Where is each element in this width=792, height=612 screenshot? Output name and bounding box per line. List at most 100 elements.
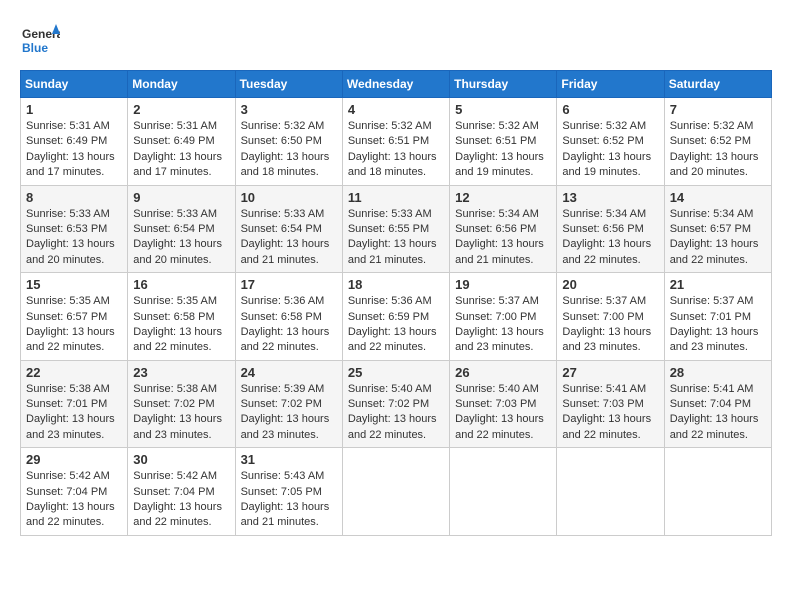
calendar-cell: 30 Sunrise: 5:42 AMSunset: 7:04 PMDayligh… xyxy=(128,448,235,536)
day-number: 24 xyxy=(241,365,337,380)
calendar-cell: 16 Sunrise: 5:35 AMSunset: 6:58 PMDayligh… xyxy=(128,273,235,361)
calendar-cell: 29 Sunrise: 5:42 AMSunset: 7:04 PMDayligh… xyxy=(21,448,128,536)
calendar-cell: 9 Sunrise: 5:33 AMSunset: 6:54 PMDaylight… xyxy=(128,185,235,273)
day-detail: Sunrise: 5:35 AMSunset: 6:57 PMDaylight:… xyxy=(26,294,122,356)
day-detail: Sunrise: 5:42 AMSunset: 7:04 PMDaylight:… xyxy=(133,469,229,531)
calendar-cell: 4 Sunrise: 5:32 AMSunset: 6:51 PMDaylight… xyxy=(342,98,449,186)
day-detail: Sunrise: 5:38 AMSunset: 7:02 PMDaylight:… xyxy=(133,382,229,444)
calendar-cell: 22Sunrise: 5:38 AMSunset: 7:01 PMDayligh… xyxy=(21,360,128,448)
calendar-cell: 27 Sunrise: 5:41 AMSunset: 7:03 PMDayligh… xyxy=(557,360,664,448)
day-detail: Sunrise: 5:36 AMSunset: 6:59 PMDaylight:… xyxy=(348,294,444,356)
calendar-cell: 6 Sunrise: 5:32 AMSunset: 6:52 PMDaylight… xyxy=(557,98,664,186)
calendar-cell: 19 Sunrise: 5:37 AMSunset: 7:00 PMDayligh… xyxy=(450,273,557,361)
day-number: 28 xyxy=(670,365,766,380)
day-detail: Sunrise: 5:40 AMSunset: 7:02 PMDaylight:… xyxy=(348,382,444,444)
day-number: 29 xyxy=(26,452,122,467)
calendar-cell: 18 Sunrise: 5:36 AMSunset: 6:59 PMDayligh… xyxy=(342,273,449,361)
calendar-cell: 7 Sunrise: 5:32 AMSunset: 6:52 PMDaylight… xyxy=(664,98,771,186)
day-detail: Sunrise: 5:32 AMSunset: 6:52 PMDaylight:… xyxy=(670,119,766,181)
week-row-1: 1 Sunrise: 5:31 AMSunset: 6:49 PMDaylight… xyxy=(21,98,772,186)
day-number: 18 xyxy=(348,277,444,292)
day-detail: Sunrise: 5:40 AMSunset: 7:03 PMDaylight:… xyxy=(455,382,551,444)
day-detail: Sunrise: 5:42 AMSunset: 7:04 PMDaylight:… xyxy=(26,469,122,531)
day-detail: Sunrise: 5:31 AMSunset: 6:49 PMDaylight:… xyxy=(133,119,229,181)
calendar-cell: 17 Sunrise: 5:36 AMSunset: 6:58 PMDayligh… xyxy=(235,273,342,361)
day-detail: Sunrise: 5:33 AMSunset: 6:53 PMDaylight:… xyxy=(26,207,122,269)
calendar-cell: 1 Sunrise: 5:31 AMSunset: 6:49 PMDaylight… xyxy=(21,98,128,186)
day-number: 19 xyxy=(455,277,551,292)
calendar-cell xyxy=(450,448,557,536)
day-number: 4 xyxy=(348,102,444,117)
day-number: 6 xyxy=(562,102,658,117)
calendar-cell xyxy=(664,448,771,536)
page-header: General Blue xyxy=(20,20,772,60)
week-row-2: 8 Sunrise: 5:33 AMSunset: 6:53 PMDaylight… xyxy=(21,185,772,273)
day-detail: Sunrise: 5:32 AMSunset: 6:50 PMDaylight:… xyxy=(241,119,337,181)
calendar-cell xyxy=(557,448,664,536)
day-number: 31 xyxy=(241,452,337,467)
calendar-cell: 5Sunrise: 5:32 AMSunset: 6:51 PMDaylight… xyxy=(450,98,557,186)
day-header-friday: Friday xyxy=(557,71,664,98)
day-detail: Sunrise: 5:34 AMSunset: 6:56 PMDaylight:… xyxy=(455,207,551,269)
day-detail: Sunrise: 5:41 AMSunset: 7:04 PMDaylight:… xyxy=(670,382,766,444)
day-number: 14 xyxy=(670,190,766,205)
day-detail: Sunrise: 5:38 AMSunset: 7:01 PMDaylight:… xyxy=(26,382,122,444)
calendar-cell: 12 Sunrise: 5:34 AMSunset: 6:56 PMDayligh… xyxy=(450,185,557,273)
day-detail: Sunrise: 5:41 AMSunset: 7:03 PMDaylight:… xyxy=(562,382,658,444)
day-number: 26 xyxy=(455,365,551,380)
day-detail: Sunrise: 5:32 AMSunset: 6:51 PMDaylight:… xyxy=(348,119,444,181)
day-number: 10 xyxy=(241,190,337,205)
day-detail: Sunrise: 5:37 AMSunset: 7:00 PMDaylight:… xyxy=(455,294,551,356)
calendar-table: SundayMondayTuesdayWednesdayThursdayFrid… xyxy=(20,70,772,536)
day-header-saturday: Saturday xyxy=(664,71,771,98)
day-number: 11 xyxy=(348,190,444,205)
day-number: 21 xyxy=(670,277,766,292)
logo-svg: General Blue xyxy=(20,20,60,60)
day-number: 16 xyxy=(133,277,229,292)
day-number: 25 xyxy=(348,365,444,380)
calendar-cell: 31 Sunrise: 5:43 AMSunset: 7:05 PMDayligh… xyxy=(235,448,342,536)
calendar-cell: 23 Sunrise: 5:38 AMSunset: 7:02 PMDayligh… xyxy=(128,360,235,448)
day-number: 3 xyxy=(241,102,337,117)
calendar-cell: 28 Sunrise: 5:41 AMSunset: 7:04 PMDayligh… xyxy=(664,360,771,448)
day-number: 8 xyxy=(26,190,122,205)
calendar-cell: 21 Sunrise: 5:37 AMSunset: 7:01 PMDayligh… xyxy=(664,273,771,361)
day-detail: Sunrise: 5:34 AMSunset: 6:56 PMDaylight:… xyxy=(562,207,658,269)
day-header-thursday: Thursday xyxy=(450,71,557,98)
calendar-cell: 11 Sunrise: 5:33 AMSunset: 6:55 PMDayligh… xyxy=(342,185,449,273)
day-detail: Sunrise: 5:32 AMSunset: 6:52 PMDaylight:… xyxy=(562,119,658,181)
day-number: 23 xyxy=(133,365,229,380)
day-number: 13 xyxy=(562,190,658,205)
week-row-3: 15Sunrise: 5:35 AMSunset: 6:57 PMDayligh… xyxy=(21,273,772,361)
day-number: 9 xyxy=(133,190,229,205)
day-detail: Sunrise: 5:43 AMSunset: 7:05 PMDaylight:… xyxy=(241,469,337,531)
day-number: 30 xyxy=(133,452,229,467)
day-header-monday: Monday xyxy=(128,71,235,98)
day-number: 17 xyxy=(241,277,337,292)
day-detail: Sunrise: 5:33 AMSunset: 6:54 PMDaylight:… xyxy=(133,207,229,269)
calendar-cell: 13 Sunrise: 5:34 AMSunset: 6:56 PMDayligh… xyxy=(557,185,664,273)
day-number: 12 xyxy=(455,190,551,205)
day-detail: Sunrise: 5:35 AMSunset: 6:58 PMDaylight:… xyxy=(133,294,229,356)
day-number: 27 xyxy=(562,365,658,380)
day-header-tuesday: Tuesday xyxy=(235,71,342,98)
day-detail: Sunrise: 5:36 AMSunset: 6:58 PMDaylight:… xyxy=(241,294,337,356)
calendar-cell: 25 Sunrise: 5:40 AMSunset: 7:02 PMDayligh… xyxy=(342,360,449,448)
day-header-sunday: Sunday xyxy=(21,71,128,98)
day-detail: Sunrise: 5:33 AMSunset: 6:55 PMDaylight:… xyxy=(348,207,444,269)
calendar-cell: 2Sunrise: 5:31 AMSunset: 6:49 PMDaylight… xyxy=(128,98,235,186)
day-detail: Sunrise: 5:37 AMSunset: 7:00 PMDaylight:… xyxy=(562,294,658,356)
day-detail: Sunrise: 5:32 AMSunset: 6:51 PMDaylight:… xyxy=(455,119,551,181)
day-detail: Sunrise: 5:31 AMSunset: 6:49 PMDaylight:… xyxy=(26,119,122,181)
calendar-cell: 8 Sunrise: 5:33 AMSunset: 6:53 PMDaylight… xyxy=(21,185,128,273)
day-detail: Sunrise: 5:37 AMSunset: 7:01 PMDaylight:… xyxy=(670,294,766,356)
week-row-4: 22Sunrise: 5:38 AMSunset: 7:01 PMDayligh… xyxy=(21,360,772,448)
day-number: 20 xyxy=(562,277,658,292)
calendar-cell: 3 Sunrise: 5:32 AMSunset: 6:50 PMDaylight… xyxy=(235,98,342,186)
day-number: 1 xyxy=(26,102,122,117)
calendar-cell: 14Sunrise: 5:34 AMSunset: 6:57 PMDayligh… xyxy=(664,185,771,273)
calendar-cell: 15Sunrise: 5:35 AMSunset: 6:57 PMDayligh… xyxy=(21,273,128,361)
day-number: 7 xyxy=(670,102,766,117)
calendar-cell xyxy=(342,448,449,536)
logo-container: General Blue xyxy=(20,20,60,60)
